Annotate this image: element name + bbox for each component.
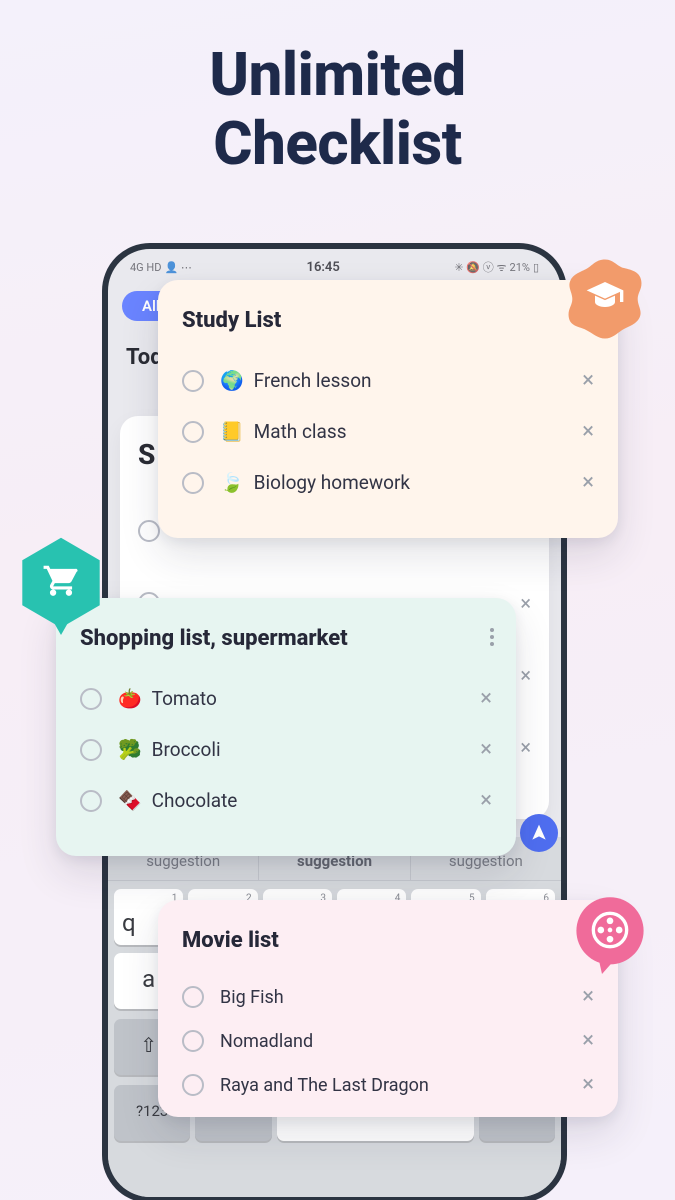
checkbox[interactable]	[182, 986, 204, 1008]
item-emoji: 🌍	[220, 369, 244, 392]
list-item[interactable]: Nomadland ×	[182, 1019, 594, 1063]
list-item[interactable]: Raya and The Last Dragon ×	[182, 1063, 594, 1107]
card-movie[interactable]: Movie list Big Fish × Nomadland × Raya a…	[158, 900, 618, 1117]
card-shopping-title: Shopping list, supermarket	[80, 626, 492, 651]
close-icon[interactable]: ×	[582, 421, 594, 443]
item-label: Nomadland	[220, 1031, 313, 1052]
cart-badge	[16, 536, 106, 634]
status-bar: 4G HD 👤 ⋯ 16:45 ✳ 🔕 ⓥ ᯤ 21% ▯	[108, 249, 561, 279]
item-label: Chocolate	[152, 789, 238, 812]
close-icon[interactable]: ×	[582, 370, 594, 392]
item-emoji: 🍃	[220, 471, 244, 494]
page-headline: Unlimited Checklist	[0, 40, 675, 178]
list-item[interactable]: Big Fish ×	[182, 975, 594, 1019]
checkbox[interactable]	[182, 1074, 204, 1096]
list-item[interactable]: 🍫 Chocolate ×	[80, 775, 492, 826]
list-item[interactable]: 🍃 Biology homework ×	[182, 457, 594, 508]
item-emoji: 🥦	[118, 738, 142, 761]
shopping-cart-icon	[42, 561, 80, 603]
close-icon[interactable]: ×	[582, 1074, 594, 1096]
bg-close-icon[interactable]: ×	[520, 735, 531, 759]
bg-close-icon[interactable]: ×	[520, 591, 531, 615]
nav-arrow-icon[interactable]	[520, 814, 558, 852]
status-time: 16:45	[307, 260, 340, 275]
close-icon[interactable]: ×	[582, 472, 594, 494]
movie-badge	[570, 894, 650, 974]
list-item[interactable]: 📒 Math class ×	[182, 406, 594, 457]
item-emoji: 🍫	[118, 789, 142, 812]
education-badge	[562, 256, 648, 342]
film-reel-icon	[590, 910, 630, 954]
item-label: Tomato	[152, 687, 217, 710]
item-label: Big Fish	[220, 987, 284, 1008]
close-icon[interactable]: ×	[480, 739, 492, 761]
close-icon[interactable]: ×	[582, 986, 594, 1008]
status-icons: 👤 ⋯	[164, 261, 191, 274]
card-shopping[interactable]: Shopping list, supermarket 🍅 Tomato × 🥦 …	[56, 598, 516, 856]
status-left: 4G HD 👤 ⋯	[130, 261, 192, 274]
list-item[interactable]: 🥦 Broccoli ×	[80, 724, 492, 775]
checkbox[interactable]	[182, 421, 204, 443]
headline-line2: Checklist	[213, 108, 461, 179]
card-study-title: Study List	[182, 308, 594, 333]
checkbox[interactable]	[182, 1030, 204, 1052]
status-battery: 21%	[510, 261, 530, 274]
list-item[interactable]: 🍅 Tomato ×	[80, 673, 492, 724]
graduation-cap-icon	[585, 277, 625, 321]
item-label: Math class	[254, 420, 347, 443]
checkbox[interactable]	[80, 790, 102, 812]
item-emoji: 📒	[220, 420, 244, 443]
close-icon[interactable]: ×	[480, 790, 492, 812]
item-label: Broccoli	[152, 738, 221, 761]
item-label: French lesson	[254, 369, 372, 392]
bg-close-icon[interactable]: ×	[520, 663, 531, 687]
close-icon[interactable]: ×	[582, 1030, 594, 1052]
list-item[interactable]: 🌍 French lesson ×	[182, 355, 594, 406]
headline-line1: Unlimited	[209, 39, 465, 110]
status-right: ✳ 🔕 ⓥ ᯤ 21% ▯	[454, 259, 539, 275]
close-icon[interactable]: ×	[480, 688, 492, 710]
bg-checkbox[interactable]	[138, 520, 160, 542]
status-icon-bt: ✳ 🔕 ⓥ ᯤ	[454, 259, 506, 275]
item-emoji: 🍅	[118, 687, 142, 710]
item-label: Biology homework	[254, 471, 410, 494]
card-study[interactable]: Study List 🌍 French lesson × 📒 Math clas…	[158, 280, 618, 538]
battery-icon: ▯	[533, 261, 539, 274]
more-icon[interactable]	[490, 628, 494, 646]
checkbox[interactable]	[182, 370, 204, 392]
checkbox[interactable]	[80, 739, 102, 761]
checkbox[interactable]	[182, 472, 204, 494]
status-signal: 4G HD	[130, 261, 161, 274]
card-movie-title: Movie list	[182, 928, 594, 953]
checkbox[interactable]	[80, 688, 102, 710]
item-label: Raya and The Last Dragon	[220, 1075, 429, 1096]
